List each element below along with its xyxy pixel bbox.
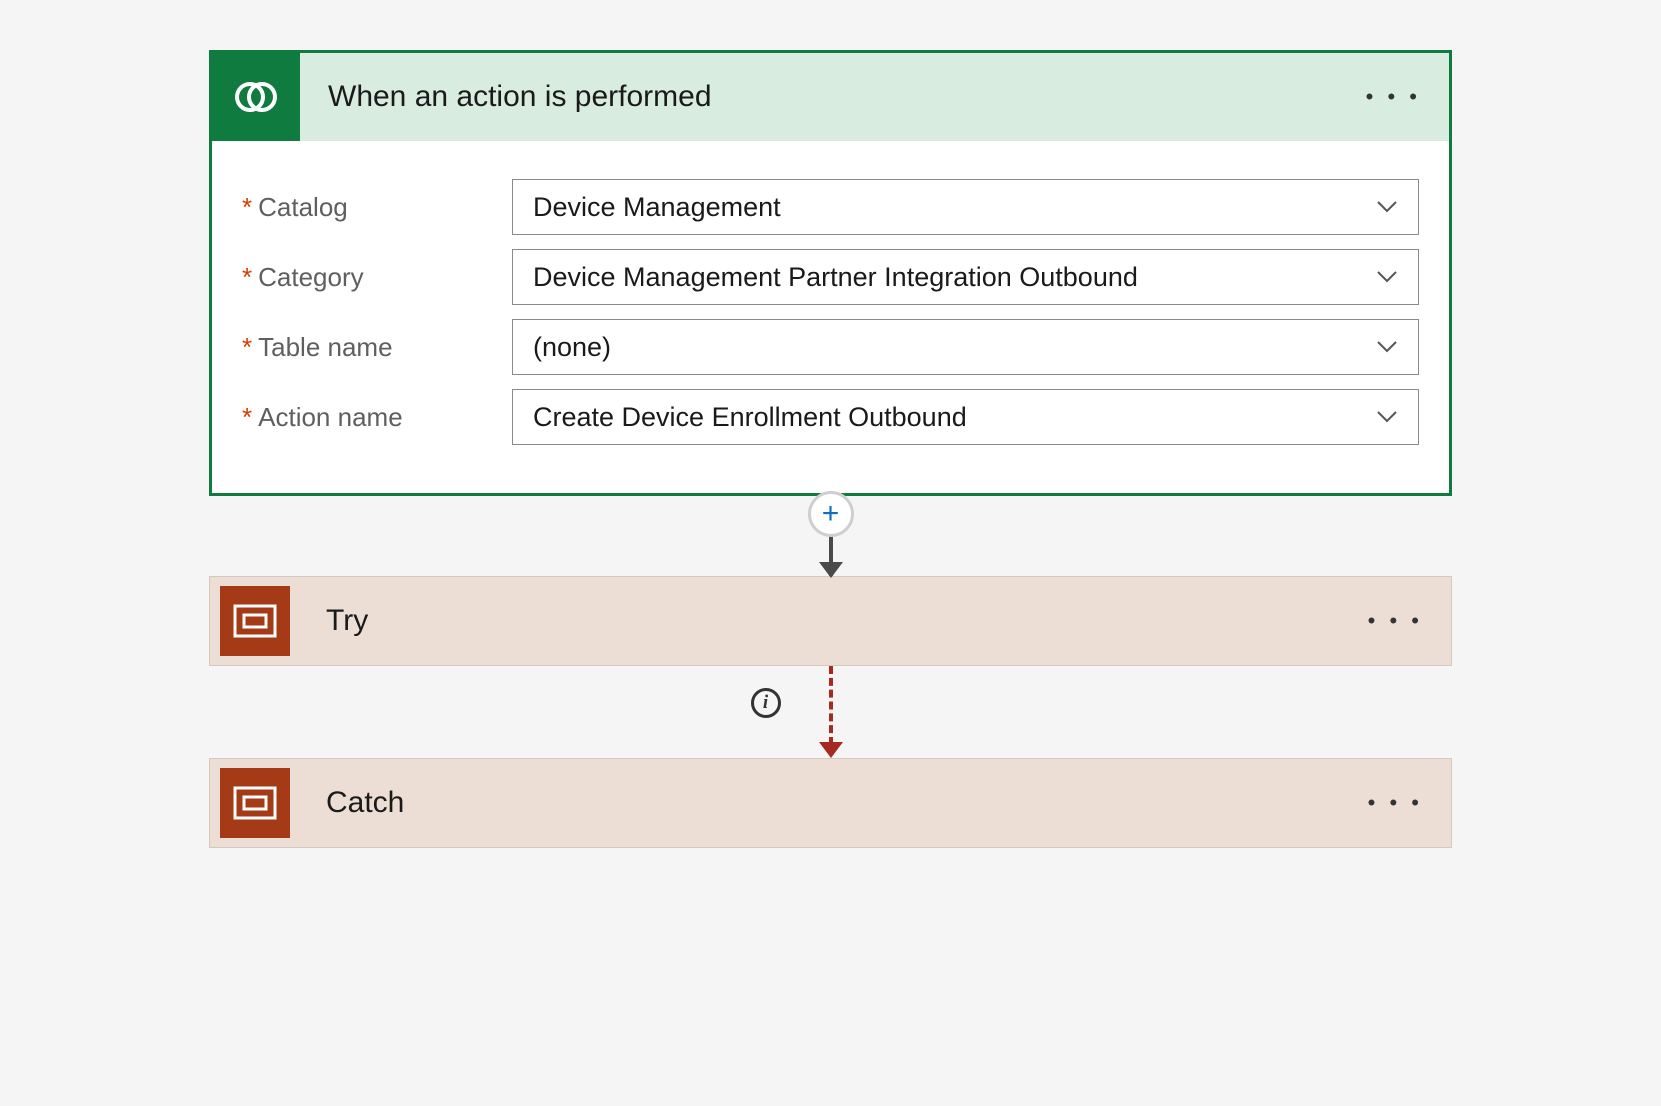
trigger-title: When an action is performed — [300, 80, 1338, 114]
field-value-action-name: Create Device Enrollment Outbound — [533, 402, 967, 433]
field-label-catalog: *Catalog — [242, 192, 512, 223]
arrow-down-icon — [819, 562, 843, 578]
trigger-card[interactable]: When an action is performed • • • *Catal… — [209, 50, 1452, 496]
step-try[interactable]: Try • • • — [209, 576, 1452, 666]
step-try-menu-button[interactable]: • • • — [1340, 608, 1451, 634]
chevron-down-icon — [1376, 270, 1398, 284]
connector-trigger-to-try: + — [811, 496, 851, 576]
field-row-catalog: *Catalog Device Management — [242, 179, 1419, 235]
scope-icon — [220, 586, 290, 656]
connector-try-to-catch: i — [62, 666, 1599, 758]
connector-dashed-line — [829, 666, 833, 745]
field-value-catalog: Device Management — [533, 192, 781, 223]
trigger-body: *Catalog Device Management *Category Dev… — [212, 141, 1449, 493]
run-after-info-button[interactable]: i — [751, 688, 781, 718]
step-catch-title: Catch — [300, 786, 1340, 820]
trigger-menu-button[interactable]: • • • — [1338, 84, 1449, 110]
field-select-catalog[interactable]: Device Management — [512, 179, 1419, 235]
chevron-down-icon — [1376, 410, 1398, 424]
field-select-category[interactable]: Device Management Partner Integration Ou… — [512, 249, 1419, 305]
arrow-down-icon — [819, 742, 843, 758]
plus-icon: + — [822, 497, 840, 531]
field-select-table-name[interactable]: (none) — [512, 319, 1419, 375]
field-row-category: *Category Device Management Partner Inte… — [242, 249, 1419, 305]
chevron-down-icon — [1376, 200, 1398, 214]
field-row-action-name: *Action name Create Device Enrollment Ou… — [242, 389, 1419, 445]
field-select-action-name[interactable]: Create Device Enrollment Outbound — [512, 389, 1419, 445]
info-icon: i — [763, 692, 768, 714]
trigger-header[interactable]: When an action is performed • • • — [212, 53, 1449, 141]
scope-icon — [220, 768, 290, 838]
step-try-title: Try — [300, 604, 1340, 638]
add-step-button[interactable]: + — [808, 491, 854, 537]
field-label-category: *Category — [242, 262, 512, 293]
field-value-category: Device Management Partner Integration Ou… — [533, 262, 1138, 293]
field-row-table-name: *Table name (none) — [242, 319, 1419, 375]
field-value-table-name: (none) — [533, 332, 611, 363]
chevron-down-icon — [1376, 340, 1398, 354]
flow-canvas: When an action is performed • • • *Catal… — [62, 50, 1599, 848]
field-label-action-name: *Action name — [242, 402, 512, 433]
step-catch-menu-button[interactable]: • • • — [1340, 790, 1451, 816]
step-catch[interactable]: Catch • • • — [209, 758, 1452, 848]
dataverse-icon — [212, 53, 300, 141]
field-label-table-name: *Table name — [242, 332, 512, 363]
